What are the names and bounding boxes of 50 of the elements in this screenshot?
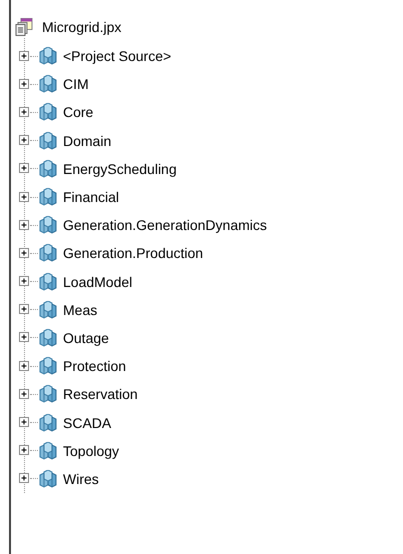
expand-icon[interactable]: [19, 332, 30, 344]
cubes-icon: [38, 132, 58, 150]
cubes-icon: [38, 103, 58, 122]
expand-icon[interactable]: [19, 220, 30, 231]
cubes-icon: [38, 385, 58, 404]
tree-item[interactable]: Outage: [63, 330, 109, 346]
cubes-icon: [38, 244, 58, 262]
cubes-icon: [38, 442, 58, 460]
expand-icon[interactable]: [19, 360, 30, 372]
tree-item[interactable]: Microgrid.jpx: [42, 19, 122, 35]
tree-item[interactable]: Core: [63, 104, 94, 120]
tree-item[interactable]: Meas: [63, 302, 98, 318]
expand-icon[interactable]: [19, 304, 30, 316]
expand-icon[interactable]: [19, 163, 30, 174]
cubes-icon: [38, 75, 58, 94]
expand-icon[interactable]: [19, 106, 30, 118]
tree-item[interactable]: Wires: [63, 470, 99, 487]
expand-icon[interactable]: [19, 276, 30, 288]
tree-item[interactable]: Generation.Production: [63, 245, 204, 262]
tree-item[interactable]: Domain: [63, 132, 112, 149]
cubes-icon: [38, 47, 58, 66]
tree-item[interactable]: Topology: [63, 442, 120, 459]
expand-icon[interactable]: [19, 78, 30, 90]
tree-item[interactable]: Reservation: [63, 386, 138, 402]
tree-item[interactable]: Generation.GenerationDynamics: [63, 217, 267, 234]
cubes-icon: [38, 328, 58, 347]
tree-item[interactable]: LoadModel: [63, 274, 132, 290]
cubes-icon: [38, 272, 58, 291]
expand-icon[interactable]: [19, 135, 30, 146]
project-icon: [15, 18, 33, 36]
tree-item[interactable]: EnergyScheduling: [63, 160, 177, 177]
expand-icon[interactable]: [19, 417, 30, 428]
tree-item[interactable]: Financial: [63, 189, 120, 206]
cubes-icon: [38, 160, 58, 178]
expand-icon[interactable]: [19, 445, 30, 456]
cubes-icon: [38, 188, 58, 206]
expand-icon[interactable]: [19, 473, 30, 484]
cubes-icon: [38, 414, 58, 432]
tree-item[interactable]: CIM: [63, 76, 89, 92]
tree-item[interactable]: SCADA: [63, 414, 112, 431]
cubes-icon: [38, 300, 58, 319]
expand-icon[interactable]: [19, 248, 30, 259]
tree-item[interactable]: Protection: [63, 358, 126, 374]
cubes-icon: [38, 357, 58, 376]
tree-item[interactable]: <Project Source>: [63, 48, 172, 64]
cubes-icon: [38, 470, 58, 488]
expand-icon[interactable]: [19, 192, 30, 203]
expand-icon[interactable]: [19, 388, 30, 400]
cubes-icon: [38, 216, 58, 234]
expand-icon[interactable]: [19, 50, 30, 62]
